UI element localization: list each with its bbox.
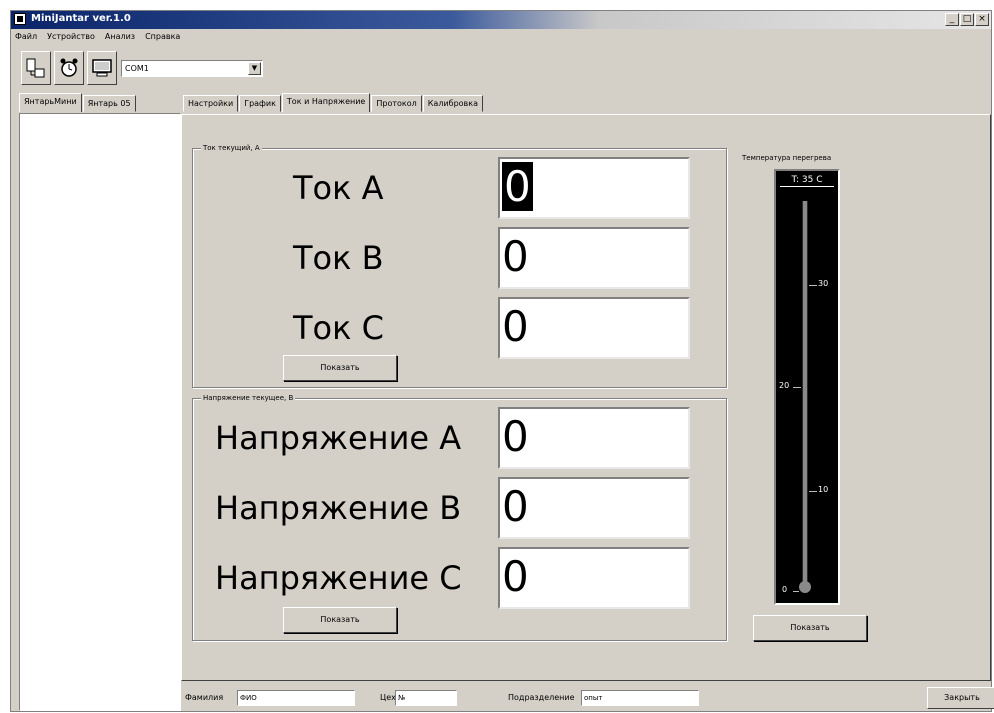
- main-tab-strip: Настройки График Ток и Напряжение Проток…: [183, 93, 484, 114]
- division-label: Подразделение: [508, 693, 575, 702]
- tick-label-20: 20: [779, 381, 790, 390]
- menu-device[interactable]: Устройство: [47, 30, 95, 44]
- voltage-b-label: Напряжение B: [215, 489, 462, 527]
- tick-label-30: 30: [818, 279, 829, 288]
- menu-file[interactable]: Файл: [15, 30, 37, 44]
- com-port-select[interactable]: COM1 ▼: [121, 59, 263, 77]
- current-c-field[interactable]: 0: [498, 297, 690, 359]
- current-b-label: Ток B: [293, 239, 384, 277]
- current-groupbox: Ток текущий, А Ток A 0 Ток B 0 Ток C 0 П…: [192, 143, 727, 388]
- app-window: MiniJantar ver.1.0 _ □ × Файл Устройство…: [10, 10, 994, 712]
- status-bar: Фамилия ФИО Цех № Подразделение опыт Зак…: [183, 687, 994, 709]
- app-icon: [14, 13, 26, 25]
- thermometer-bulb: [799, 581, 811, 593]
- menu-help[interactable]: Справка: [145, 30, 180, 44]
- current-c-label: Ток C: [293, 309, 384, 347]
- tick-0: [793, 591, 799, 592]
- maximize-icon[interactable]: □: [960, 13, 974, 26]
- monitor-button[interactable]: [87, 51, 117, 85]
- thermometer-readout: T: 35 C: [780, 174, 834, 187]
- voltage-group-title: Напряжение текущее, В: [201, 393, 296, 403]
- surname-field[interactable]: ФИО: [237, 690, 355, 706]
- tick-10: [809, 491, 817, 492]
- thermometer-gauge: T: 35 C 30 20 10 0: [774, 169, 840, 605]
- menu-analysis[interactable]: Анализ: [105, 30, 135, 44]
- title-bar: MiniJantar ver.1.0 _ □ ×: [11, 11, 991, 29]
- menu-bar: Файл Устройство Анализ Справка: [11, 30, 180, 44]
- close-icon[interactable]: ×: [975, 13, 989, 26]
- tick-30: [809, 285, 817, 286]
- tab-jantar-05[interactable]: Янтарь 05: [82, 95, 136, 112]
- timer-button[interactable]: [54, 51, 84, 85]
- thermometer-title: Температура перегрева: [742, 154, 832, 162]
- chevron-down-icon[interactable]: ▼: [248, 61, 261, 75]
- show-voltage-button[interactable]: Показать: [283, 607, 397, 633]
- shop-field[interactable]: №: [395, 690, 457, 706]
- tick-20: [793, 387, 801, 388]
- monitor-icon: [92, 59, 112, 77]
- surname-label: Фамилия: [185, 693, 224, 702]
- device-list-panel[interactable]: [19, 113, 181, 711]
- tick-label-0: 0: [782, 585, 788, 594]
- tab-settings[interactable]: Настройки: [183, 95, 239, 112]
- voltage-a-label: Напряжение A: [215, 419, 462, 457]
- window-controls: _ □ ×: [945, 13, 989, 26]
- toolbar: COM1 ▼: [21, 48, 263, 88]
- division-field[interactable]: опыт: [581, 690, 699, 706]
- current-a-label: Ток A: [293, 169, 384, 207]
- voltage-groupbox: Напряжение текущее, В Напряжение A 0 Нап…: [192, 393, 727, 641]
- current-group-title: Ток текущий, А: [201, 143, 262, 153]
- left-tab-strip: ЯнтарьМини Янтарь 05: [19, 93, 137, 114]
- close-button[interactable]: Закрыть: [927, 687, 994, 709]
- device-icon: [26, 58, 45, 78]
- tab-current-voltage[interactable]: Ток и Напряжение: [281, 93, 371, 112]
- tab-graph[interactable]: График: [239, 95, 281, 112]
- current-a-value: 0: [502, 162, 533, 211]
- current-a-field[interactable]: 0: [498, 157, 690, 219]
- current-voltage-panel: Ток текущий, А Ток A 0 Ток B 0 Ток C 0 П…: [181, 114, 991, 681]
- device-button[interactable]: [21, 51, 51, 85]
- com-port-value: COM1: [125, 63, 149, 73]
- show-temperature-button[interactable]: Показать: [753, 615, 867, 641]
- voltage-c-label: Напряжение C: [215, 559, 462, 597]
- voltage-b-field[interactable]: 0: [498, 477, 690, 539]
- tab-protocol[interactable]: Протокол: [371, 95, 422, 112]
- voltage-c-field[interactable]: 0: [498, 547, 690, 609]
- tick-label-10: 10: [818, 485, 829, 494]
- tab-calibration[interactable]: Калибровка: [422, 95, 483, 112]
- show-current-button[interactable]: Показать: [283, 355, 397, 381]
- tab-jantar-mini[interactable]: ЯнтарьМини: [19, 93, 82, 112]
- shop-label: Цех: [380, 693, 396, 702]
- alarm-clock-icon: [60, 58, 78, 77]
- voltage-a-field[interactable]: 0: [498, 407, 690, 469]
- current-b-field[interactable]: 0: [498, 227, 690, 289]
- window-title: MiniJantar ver.1.0: [31, 13, 131, 24]
- minimize-icon[interactable]: _: [945, 13, 959, 26]
- thermometer-fill: [803, 201, 807, 587]
